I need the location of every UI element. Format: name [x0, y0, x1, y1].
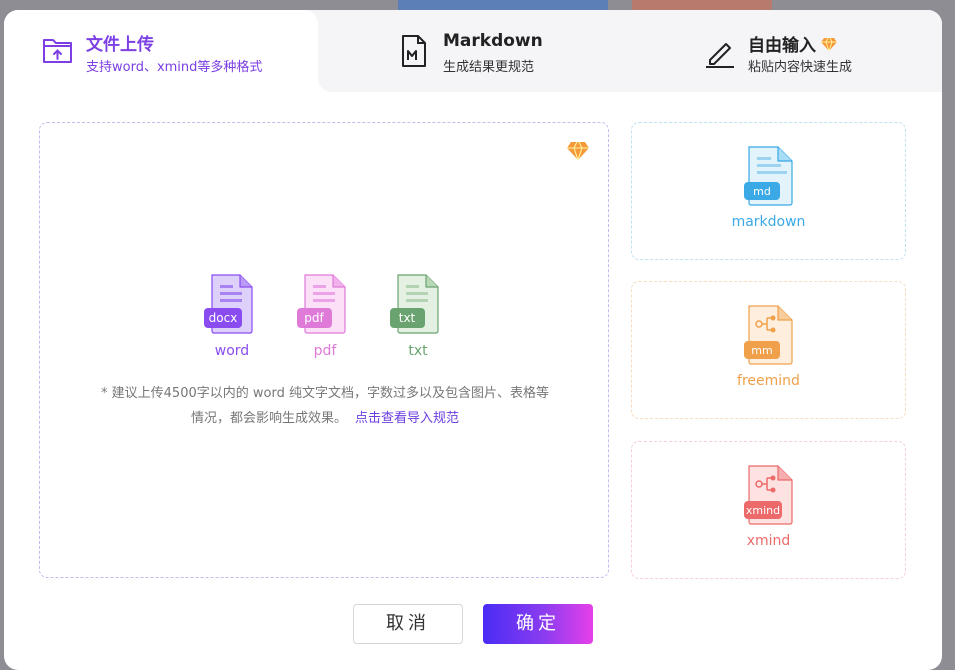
- txt-file-icon: txt: [390, 274, 439, 334]
- card-label: markdown: [731, 214, 806, 230]
- file-type-word: docx word: [202, 273, 262, 359]
- gem-icon: [821, 37, 837, 52]
- pdf-file-icon: pdf: [297, 274, 346, 334]
- upload-dropzone[interactable]: docx word pdf pdf txt txt * 建议上传4500字以内的…: [39, 122, 609, 578]
- svg-text:mm: mm: [751, 344, 772, 357]
- svg-text:pdf: pdf: [304, 311, 324, 325]
- file-type-label: word: [214, 343, 250, 359]
- file-type-label: txt: [408, 343, 428, 359]
- cancel-button[interactable]: 取消: [353, 604, 463, 644]
- svg-text:txt: txt: [399, 311, 416, 325]
- card-xmind[interactable]: xmind xmind: [631, 441, 906, 579]
- tab-file-upload[interactable]: 文件上传 支持word、xmind等多种格式: [4, 10, 332, 92]
- tab-title-text: 自由输入: [748, 36, 816, 56]
- tab-bar: 文件上传 支持word、xmind等多种格式 Markdown 生成结果更规范 …: [4, 10, 942, 92]
- tab-title: Markdown: [443, 31, 543, 51]
- docx-file-icon: docx: [204, 274, 253, 334]
- file-type-label: pdf: [313, 343, 337, 359]
- tab-markdown[interactable]: Markdown 生成结果更规范: [318, 10, 618, 92]
- card-freemind[interactable]: mm freemind: [631, 281, 906, 419]
- file-type-txt: txt txt: [388, 273, 448, 359]
- import-guide-link[interactable]: 点击查看导入规范: [355, 411, 459, 426]
- md-file-icon: md: [744, 146, 793, 206]
- tab-subtitle: 支持word、xmind等多种格式: [86, 60, 263, 75]
- hint-line-1: * 建议上传4500字以内的 word 纯文字文档，字数过多以及包含图片、表格等: [101, 386, 549, 401]
- confirm-button[interactable]: 确定: [483, 604, 593, 644]
- tab-title: 自由输入: [748, 31, 838, 56]
- svg-text:docx: docx: [209, 311, 238, 325]
- hint-line-2-text: 情况，都会影响生成效果。: [190, 411, 347, 426]
- card-label: freemind: [737, 373, 800, 389]
- folder-upload-icon: [43, 39, 72, 63]
- tab-title: 文件上传: [86, 35, 154, 55]
- tab-subtitle: 生成结果更规范: [443, 60, 535, 75]
- tab-free-input[interactable]: 自由输入 粘贴内容快速生成: [618, 10, 942, 92]
- pen-icon: [706, 43, 734, 68]
- import-dialog: 文件上传 支持word、xmind等多种格式 Markdown 生成结果更规范 …: [4, 10, 942, 670]
- svg-text:md: md: [753, 185, 771, 198]
- card-label: xmind: [746, 533, 791, 549]
- mm-file-icon: mm: [744, 305, 793, 365]
- upload-hint: * 建议上传4500字以内的 word 纯文字文档，字数过多以及包含图片、表格等…: [60, 381, 590, 431]
- svg-text:xmind: xmind: [746, 504, 780, 517]
- xmind-file-icon: xmind: [744, 465, 793, 525]
- tab-subtitle: 粘贴内容快速生成: [748, 60, 853, 75]
- file-type-pdf: pdf pdf: [295, 273, 355, 359]
- hint-line-2: 情况，都会影响生成效果。 点击查看导入规范: [60, 406, 590, 431]
- gem-icon: [567, 141, 589, 161]
- markdown-file-icon: [402, 35, 426, 67]
- card-markdown[interactable]: md markdown: [631, 122, 906, 260]
